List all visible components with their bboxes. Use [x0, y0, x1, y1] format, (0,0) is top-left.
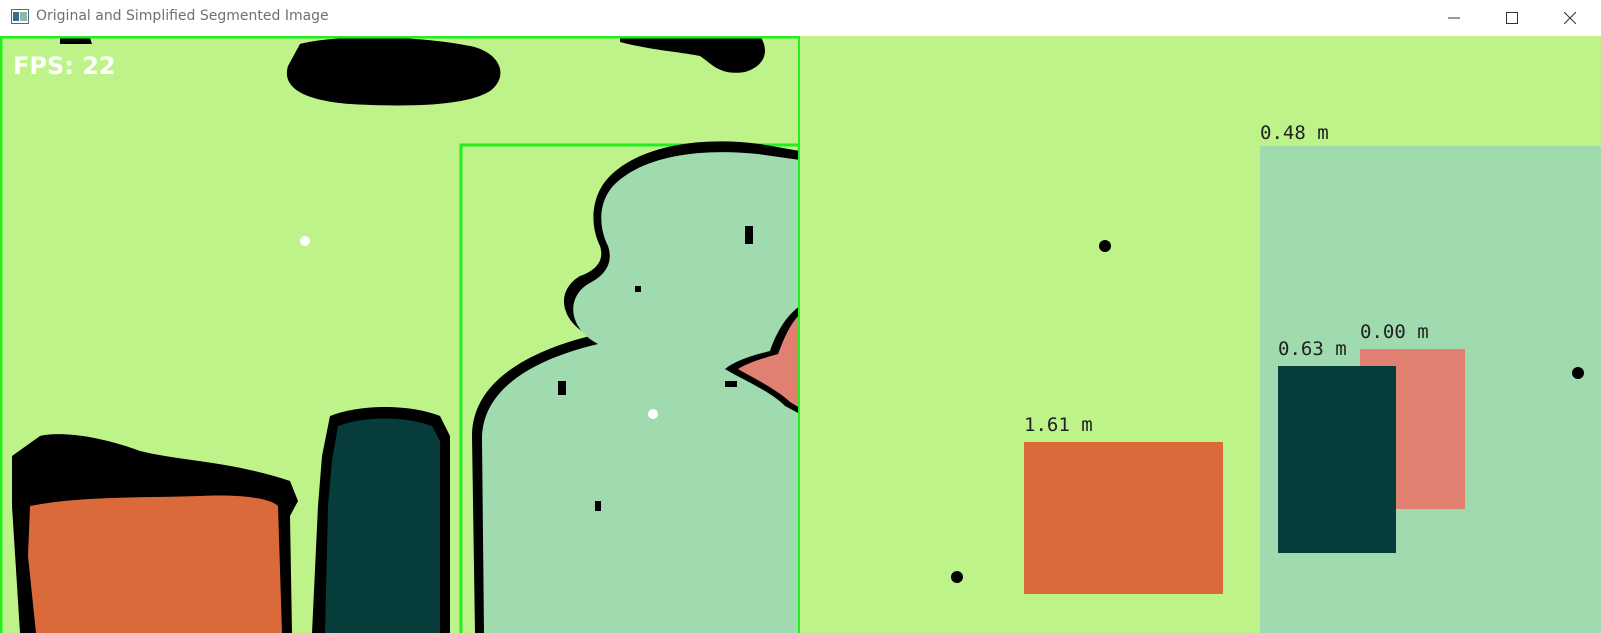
minimize-icon — [1448, 17, 1460, 19]
black-region-top-small — [60, 38, 92, 44]
app-window-icon — [11, 9, 29, 24]
segmentation-map — [0, 36, 800, 633]
window-titlebar[interactable]: Original and Simplified Segmented Image — [0, 0, 1601, 37]
centroid-marker — [300, 236, 310, 246]
distance-label: 0.00 m — [1360, 321, 1429, 343]
noise-speck — [725, 381, 737, 387]
centroid-marker — [1099, 240, 1111, 252]
maximize-icon — [1506, 12, 1518, 24]
simplified-segmented-view: 0.48 m 0.00 m 0.63 m 1.61 m — [800, 36, 1601, 633]
fps-counter: FPS: 22 — [13, 52, 116, 80]
centroid-marker — [1572, 367, 1584, 379]
maximize-button[interactable] — [1483, 0, 1541, 36]
teal-region-box — [1278, 366, 1396, 553]
distance-label: 0.63 m — [1278, 338, 1347, 360]
original-segmented-view: FPS: 22 — [0, 36, 800, 633]
noise-speck — [595, 501, 601, 511]
noise-speck — [745, 226, 753, 244]
centroid-marker — [951, 571, 963, 583]
simplified-map — [800, 36, 1601, 633]
orange-region-box — [1024, 442, 1223, 594]
distance-label: 1.61 m — [1024, 414, 1093, 436]
noise-speck — [635, 286, 641, 292]
orange-object — [28, 495, 282, 633]
minimize-button[interactable] — [1425, 0, 1483, 36]
close-icon — [1564, 12, 1576, 24]
window-title: Original and Simplified Segmented Image — [36, 8, 329, 24]
teal-object — [325, 418, 440, 633]
distance-label: 0.48 m — [1260, 122, 1329, 144]
noise-speck — [558, 381, 566, 395]
close-button[interactable] — [1541, 0, 1599, 36]
image-display-area: FPS: 22 0.48 m 0.00 m 0.63 m 1.61 m — [0, 36, 1601, 633]
black-region-top — [286, 37, 501, 106]
centroid-marker — [648, 409, 658, 419]
